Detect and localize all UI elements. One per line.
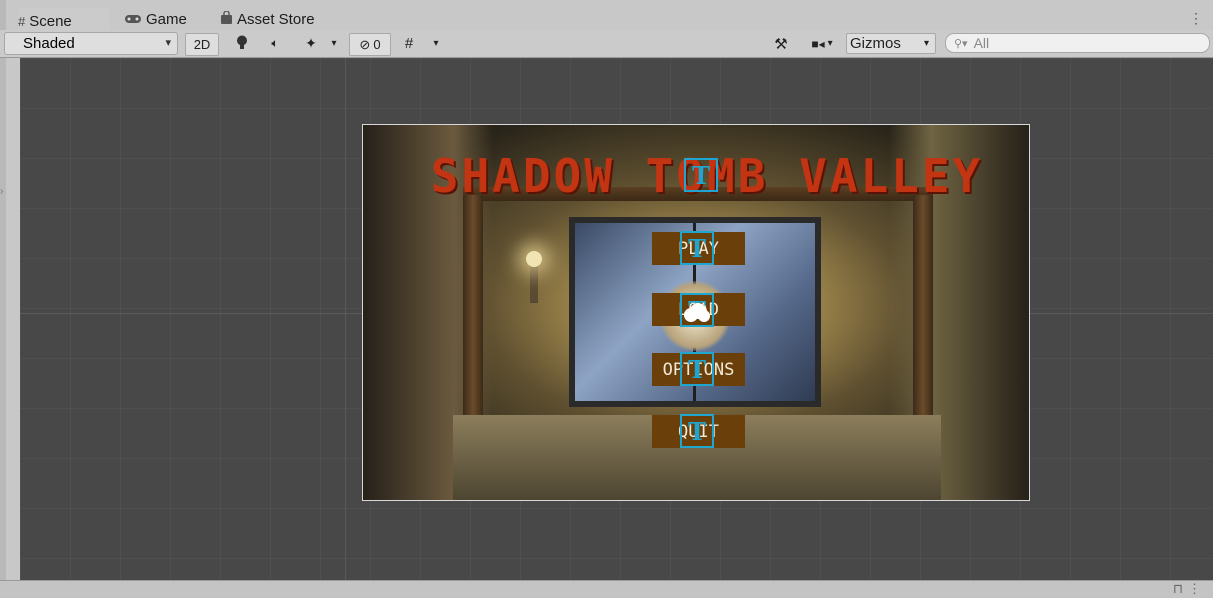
status-menu-icon[interactable]: ⋮	[1188, 581, 1201, 597]
search-icon: ⚲▾	[954, 37, 968, 50]
camera-dropdown-button[interactable]: ■◂ ▾	[802, 33, 842, 54]
effects-icon: ✦	[305, 35, 317, 51]
search-placeholder: All	[973, 35, 990, 51]
torch-flame	[526, 251, 542, 267]
effects-dropdown-button[interactable]: ▾	[326, 33, 342, 54]
search-input[interactable]: ⚲▾ All	[945, 33, 1210, 53]
grid-toggle-button[interactable]: #	[396, 33, 422, 54]
toggle-2d-button[interactable]: 2D	[185, 33, 219, 56]
tab-game[interactable]: Game	[124, 6, 204, 32]
lock-icon[interactable]: ⊓	[1173, 581, 1183, 597]
tab-label: Game	[146, 10, 187, 28]
wooden-pillar-right	[913, 195, 933, 435]
horizontal-scrollbar[interactable]	[0, 580, 1213, 598]
light-bulb-icon	[236, 35, 248, 53]
tab-label: Asset Store	[237, 10, 315, 28]
tab-label: Scene	[29, 12, 72, 30]
effects-toggle-button[interactable]: ✦	[296, 33, 326, 54]
chevron-down-icon: ▾	[165, 37, 171, 49]
tools-button[interactable]: ⚒	[768, 33, 794, 54]
tab-bar: # Scene Game Asset Store ⋮	[6, 6, 1213, 34]
tab-menu-icon[interactable]: ⋮	[1189, 10, 1203, 27]
gizmos-label: Gizmos	[850, 35, 901, 52]
text-gizmo-icon[interactable]: T	[684, 158, 718, 192]
eye-off-icon: ⊘	[359, 36, 371, 52]
gizmos-dropdown[interactable]: Gizmos ▾	[846, 33, 936, 54]
expand-arrow-icon[interactable]: ›	[0, 186, 3, 197]
tools-icon: ⚒	[774, 35, 788, 53]
grid-dropdown-button[interactable]: ▾	[428, 33, 444, 54]
chevron-down-icon: ▾	[923, 38, 929, 49]
shopping-bag-icon	[220, 9, 233, 28]
torch	[530, 263, 538, 303]
wooden-pillar-left	[463, 195, 483, 435]
text-gizmo-icon[interactable]: T	[680, 231, 714, 265]
toggle-2d-label: 2D	[193, 37, 211, 52]
speaker-icon: 🔈︎	[271, 36, 279, 50]
hidden-objects-toggle[interactable]: ⊘ 0	[349, 33, 391, 56]
camera-icon: ■◂	[811, 36, 825, 51]
draw-mode-dropdown[interactable]: Shaded ▾	[4, 32, 178, 55]
chevron-down-icon: ▾	[331, 38, 337, 49]
hash-icon: #	[18, 13, 26, 29]
chevron-down-icon: ▾	[827, 38, 833, 49]
text-gizmo-icon[interactable]: T	[680, 352, 714, 386]
audio-toggle-button[interactable]: 🔈︎	[262, 33, 288, 54]
text-gizmo-icon[interactable]: T	[680, 414, 714, 448]
grid-axis-vertical	[345, 58, 346, 580]
lighting-toggle-button[interactable]	[229, 33, 255, 54]
tab-asset-store[interactable]: Asset Store	[220, 6, 340, 32]
left-rail: ›	[0, 0, 6, 597]
cloud-icon	[684, 303, 710, 322]
game-canvas[interactable]: SHADOW TOMB VALLEY T PLAY T LOAD T OPTIO…	[362, 124, 1030, 501]
hidden-count: 0	[373, 37, 381, 52]
gamepad-icon	[124, 12, 142, 27]
draw-mode-value: Shaded	[23, 35, 75, 52]
chevron-down-icon: ▾	[433, 38, 439, 49]
grid-icon: #	[404, 35, 414, 52]
scene-toolbar: Shaded ▾ 2D 🔈︎ ✦ ▾ ⊘ 0 # ▾ ⚒ ■◂ ▾ Gizmos…	[0, 30, 1213, 58]
